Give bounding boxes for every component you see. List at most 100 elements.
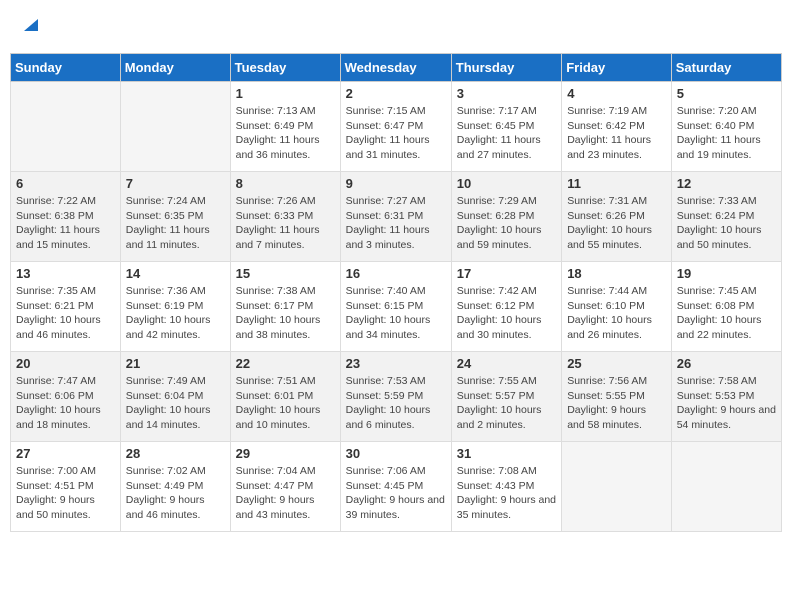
week-row: 13 Sunrise: 7:35 AMSunset: 6:21 PMDayligh… bbox=[11, 262, 782, 352]
day-number: 8 bbox=[236, 176, 335, 191]
day-info: Sunrise: 7:51 AMSunset: 6:01 PMDaylight:… bbox=[236, 374, 335, 433]
calendar-cell: 27 Sunrise: 7:00 AMSunset: 4:51 PMDayligh… bbox=[11, 442, 121, 532]
day-number: 3 bbox=[457, 86, 556, 101]
day-info: Sunrise: 7:40 AMSunset: 6:15 PMDaylight:… bbox=[346, 284, 446, 343]
day-info: Sunrise: 7:58 AMSunset: 5:53 PMDaylight:… bbox=[677, 374, 776, 433]
day-number: 17 bbox=[457, 266, 556, 281]
day-info: Sunrise: 7:13 AMSunset: 6:49 PMDaylight:… bbox=[236, 104, 335, 163]
header-row: SundayMondayTuesdayWednesdayThursdayFrid… bbox=[11, 54, 782, 82]
day-info: Sunrise: 7:29 AMSunset: 6:28 PMDaylight:… bbox=[457, 194, 556, 253]
day-info: Sunrise: 7:24 AMSunset: 6:35 PMDaylight:… bbox=[126, 194, 225, 253]
day-number: 10 bbox=[457, 176, 556, 191]
day-info: Sunrise: 7:06 AMSunset: 4:45 PMDaylight:… bbox=[346, 464, 446, 523]
day-number: 11 bbox=[567, 176, 666, 191]
day-header: Thursday bbox=[451, 54, 561, 82]
day-info: Sunrise: 7:53 AMSunset: 5:59 PMDaylight:… bbox=[346, 374, 446, 433]
day-info: Sunrise: 7:08 AMSunset: 4:43 PMDaylight:… bbox=[457, 464, 556, 523]
day-number: 12 bbox=[677, 176, 776, 191]
day-header: Tuesday bbox=[230, 54, 340, 82]
calendar-cell: 13 Sunrise: 7:35 AMSunset: 6:21 PMDayligh… bbox=[11, 262, 121, 352]
day-number: 4 bbox=[567, 86, 666, 101]
day-info: Sunrise: 7:17 AMSunset: 6:45 PMDaylight:… bbox=[457, 104, 556, 163]
day-number: 16 bbox=[346, 266, 446, 281]
calendar-cell: 21 Sunrise: 7:49 AMSunset: 6:04 PMDayligh… bbox=[120, 352, 230, 442]
day-info: Sunrise: 7:27 AMSunset: 6:31 PMDaylight:… bbox=[346, 194, 446, 253]
day-number: 24 bbox=[457, 356, 556, 371]
day-number: 2 bbox=[346, 86, 446, 101]
calendar-cell: 20Sunrise: 7:47 AMSunset: 6:06 PMDayligh… bbox=[11, 352, 121, 442]
calendar-cell: 31 Sunrise: 7:08 AMSunset: 4:43 PMDayligh… bbox=[451, 442, 561, 532]
day-info: Sunrise: 7:45 AMSunset: 6:08 PMDaylight:… bbox=[677, 284, 776, 343]
calendar-cell: 11 Sunrise: 7:31 AMSunset: 6:26 PMDayligh… bbox=[562, 172, 672, 262]
calendar-cell: 17 Sunrise: 7:42 AMSunset: 6:12 PMDayligh… bbox=[451, 262, 561, 352]
day-number: 19 bbox=[677, 266, 776, 281]
week-row: 20Sunrise: 7:47 AMSunset: 6:06 PMDayligh… bbox=[11, 352, 782, 442]
calendar-cell: 23Sunrise: 7:53 AMSunset: 5:59 PMDayligh… bbox=[340, 352, 451, 442]
day-number: 26 bbox=[677, 356, 776, 371]
week-row: 1 Sunrise: 7:13 AMSunset: 6:49 PMDaylight… bbox=[11, 82, 782, 172]
day-info: Sunrise: 7:33 AMSunset: 6:24 PMDaylight:… bbox=[677, 194, 776, 253]
day-info: Sunrise: 7:35 AMSunset: 6:21 PMDaylight:… bbox=[16, 284, 115, 343]
calendar-cell: 16 Sunrise: 7:40 AMSunset: 6:15 PMDayligh… bbox=[340, 262, 451, 352]
day-number: 5 bbox=[677, 86, 776, 101]
day-number: 7 bbox=[126, 176, 225, 191]
calendar-cell: 25 Sunrise: 7:56 AMSunset: 5:55 PMDayligh… bbox=[562, 352, 672, 442]
day-info: Sunrise: 7:56 AMSunset: 5:55 PMDaylight:… bbox=[567, 374, 666, 433]
week-row: 6 Sunrise: 7:22 AMSunset: 6:38 PMDaylight… bbox=[11, 172, 782, 262]
calendar-cell: 22 Sunrise: 7:51 AMSunset: 6:01 PMDayligh… bbox=[230, 352, 340, 442]
day-header: Friday bbox=[562, 54, 672, 82]
day-number: 30 bbox=[346, 446, 446, 461]
calendar-cell: 7 Sunrise: 7:24 AMSunset: 6:35 PMDaylight… bbox=[120, 172, 230, 262]
calendar-cell: 28Sunrise: 7:02 AMSunset: 4:49 PMDayligh… bbox=[120, 442, 230, 532]
calendar-cell: 1 Sunrise: 7:13 AMSunset: 6:49 PMDaylight… bbox=[230, 82, 340, 172]
calendar-table: SundayMondayTuesdayWednesdayThursdayFrid… bbox=[10, 53, 782, 532]
day-info: Sunrise: 7:22 AMSunset: 6:38 PMDaylight:… bbox=[16, 194, 115, 253]
day-info: Sunrise: 7:42 AMSunset: 6:12 PMDaylight:… bbox=[457, 284, 556, 343]
day-info: Sunrise: 7:19 AMSunset: 6:42 PMDaylight:… bbox=[567, 104, 666, 163]
day-number: 29 bbox=[236, 446, 335, 461]
day-header: Monday bbox=[120, 54, 230, 82]
day-number: 14 bbox=[126, 266, 225, 281]
calendar-cell bbox=[120, 82, 230, 172]
calendar-cell: 15 Sunrise: 7:38 AMSunset: 6:17 PMDayligh… bbox=[230, 262, 340, 352]
day-header: Wednesday bbox=[340, 54, 451, 82]
day-info: Sunrise: 7:15 AMSunset: 6:47 PMDaylight:… bbox=[346, 104, 446, 163]
calendar-cell bbox=[11, 82, 121, 172]
day-info: Sunrise: 7:38 AMSunset: 6:17 PMDaylight:… bbox=[236, 284, 335, 343]
day-number: 25 bbox=[567, 356, 666, 371]
day-number: 27 bbox=[16, 446, 115, 461]
day-number: 21 bbox=[126, 356, 225, 371]
day-info: Sunrise: 7:31 AMSunset: 6:26 PMDaylight:… bbox=[567, 194, 666, 253]
day-header: Saturday bbox=[671, 54, 781, 82]
calendar-cell: 6 Sunrise: 7:22 AMSunset: 6:38 PMDaylight… bbox=[11, 172, 121, 262]
day-number: 6 bbox=[16, 176, 115, 191]
calendar-cell bbox=[562, 442, 672, 532]
calendar-cell: 30 Sunrise: 7:06 AMSunset: 4:45 PMDayligh… bbox=[340, 442, 451, 532]
day-info: Sunrise: 7:55 AMSunset: 5:57 PMDaylight:… bbox=[457, 374, 556, 433]
calendar-cell: 10 Sunrise: 7:29 AMSunset: 6:28 PMDayligh… bbox=[451, 172, 561, 262]
day-number: 13 bbox=[16, 266, 115, 281]
day-number: 15 bbox=[236, 266, 335, 281]
calendar-cell: 9 Sunrise: 7:27 AMSunset: 6:31 PMDaylight… bbox=[340, 172, 451, 262]
logo-triangle-icon bbox=[22, 15, 40, 33]
calendar-cell bbox=[671, 442, 781, 532]
day-info: Sunrise: 7:00 AMSunset: 4:51 PMDaylight:… bbox=[16, 464, 115, 523]
day-number: 31 bbox=[457, 446, 556, 461]
page-header bbox=[10, 10, 782, 43]
day-info: Sunrise: 7:49 AMSunset: 6:04 PMDaylight:… bbox=[126, 374, 225, 433]
day-number: 18 bbox=[567, 266, 666, 281]
calendar-cell: 29 Sunrise: 7:04 AMSunset: 4:47 PMDayligh… bbox=[230, 442, 340, 532]
calendar-cell: 12 Sunrise: 7:33 AMSunset: 6:24 PMDayligh… bbox=[671, 172, 781, 262]
day-number: 22 bbox=[236, 356, 335, 371]
day-info: Sunrise: 7:04 AMSunset: 4:47 PMDaylight:… bbox=[236, 464, 335, 523]
day-info: Sunrise: 7:47 AMSunset: 6:06 PMDaylight:… bbox=[16, 374, 115, 433]
day-number: 1 bbox=[236, 86, 335, 101]
calendar-cell: 4 Sunrise: 7:19 AMSunset: 6:42 PMDaylight… bbox=[562, 82, 672, 172]
day-info: Sunrise: 7:26 AMSunset: 6:33 PMDaylight:… bbox=[236, 194, 335, 253]
calendar-cell: 24 Sunrise: 7:55 AMSunset: 5:57 PMDayligh… bbox=[451, 352, 561, 442]
calendar-cell: 18Sunrise: 7:44 AMSunset: 6:10 PMDayligh… bbox=[562, 262, 672, 352]
calendar-cell: 26 Sunrise: 7:58 AMSunset: 5:53 PMDayligh… bbox=[671, 352, 781, 442]
calendar-cell: 5 Sunrise: 7:20 AMSunset: 6:40 PMDaylight… bbox=[671, 82, 781, 172]
day-number: 9 bbox=[346, 176, 446, 191]
day-info: Sunrise: 7:20 AMSunset: 6:40 PMDaylight:… bbox=[677, 104, 776, 163]
